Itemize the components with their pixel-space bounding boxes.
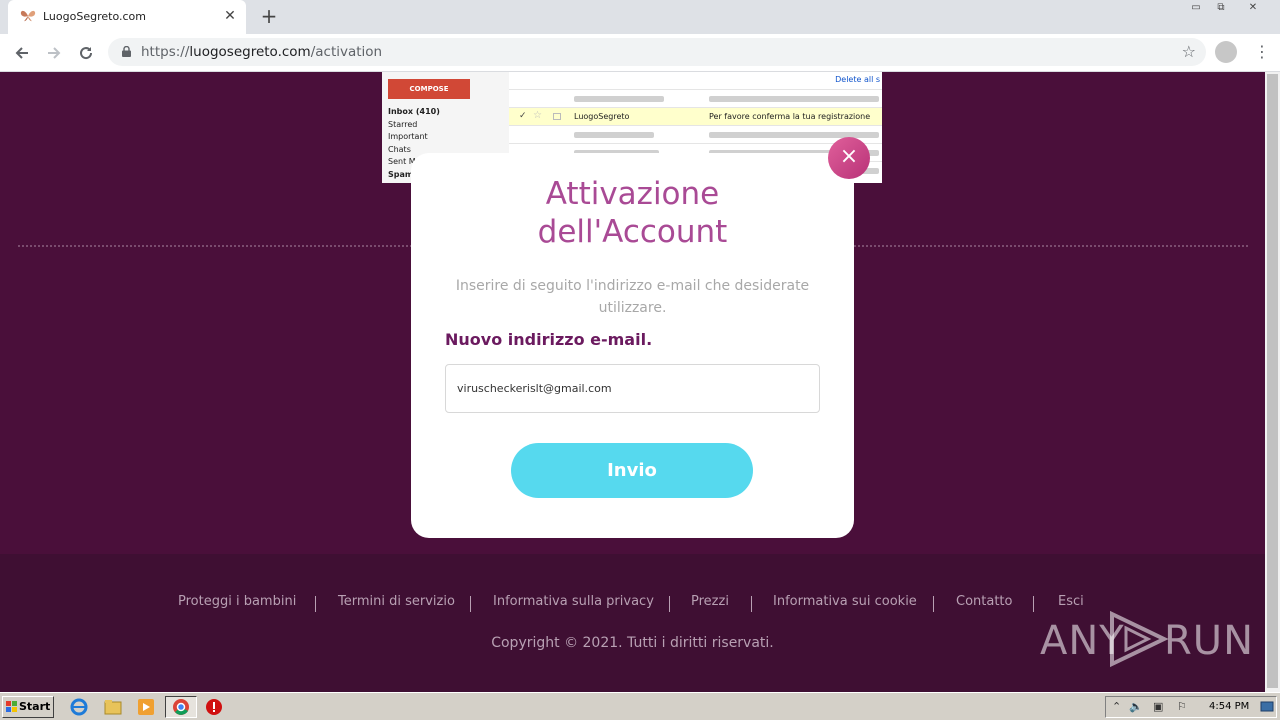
window-close-button[interactable]: ✕ (1240, 0, 1266, 16)
email-field-label: Nuovo indirizzo e-mail. (445, 330, 653, 349)
play-logo-icon (1110, 610, 1169, 668)
footer-link-proteggi[interactable]: Proteggi i bambini (178, 594, 296, 609)
scrollbar-thumb[interactable] (1267, 74, 1278, 688)
mail-row-highlighted: ✓ ☆ LuogoSegreto Per favore conferma la … (509, 107, 882, 125)
chrome-taskbar-button[interactable] (165, 696, 197, 718)
start-button[interactable]: Start (2, 696, 54, 718)
menu-dots-icon[interactable]: ⋮ (1254, 41, 1270, 63)
taskbar: Start ⌃ 🔈 ▣ ⚐ 4:54 PM (0, 692, 1280, 720)
mail-sender: LuogoSegreto (574, 112, 630, 121)
butterfly-icon (20, 10, 36, 22)
mail-row (509, 89, 882, 107)
action-center-flag-icon[interactable]: ⚐ (1177, 700, 1187, 713)
tab-close-icon[interactable]: ✕ (222, 7, 238, 25)
windows-flag-icon (6, 701, 17, 712)
footer-link-privacy[interactable]: Informativa sulla privacy (493, 594, 654, 609)
footer-separator (1033, 596, 1034, 612)
browser-tab[interactable]: LuogoSegreto.com ✕ (8, 0, 246, 34)
system-tray: ⌃ 🔈 ▣ ⚐ 4:54 PM (1105, 696, 1277, 718)
media-player-icon[interactable] (137, 698, 155, 716)
folder-inbox: Inbox (410) (388, 107, 440, 116)
folder-icon[interactable] (104, 698, 122, 716)
minimize-button[interactable]: ▭ (1183, 0, 1209, 16)
mail-row (509, 125, 882, 143)
footer-link-cookie[interactable]: Informativa sui cookie (773, 594, 917, 609)
profile-avatar-icon[interactable] (1215, 41, 1237, 63)
email-field[interactable] (445, 364, 820, 413)
internet-explorer-icon[interactable] (70, 698, 88, 716)
forward-arrow-icon[interactable] (42, 41, 66, 65)
volume-icon[interactable]: 🔈 (1129, 700, 1143, 713)
footer-separator (315, 596, 316, 612)
folder-spam: Spam (388, 170, 414, 179)
footer-separator (669, 596, 670, 612)
tab-strip: LuogoSegreto.com ✕ + ▭ ⧉ ✕ (0, 0, 1280, 34)
back-arrow-icon[interactable] (10, 41, 34, 65)
new-tab-button[interactable]: + (258, 5, 280, 27)
footer-link-contatto[interactable]: Contatto (956, 594, 1012, 609)
close-icon[interactable]: × (828, 137, 870, 179)
modal-title: Attivazione dell'Account (537, 176, 728, 250)
star-icon: ☆ (533, 110, 542, 121)
label-square-icon (553, 113, 561, 120)
folder-important: Important (388, 132, 428, 141)
folder-chats: Chats (388, 145, 411, 154)
footer-separator (933, 596, 934, 612)
chrome-icon (173, 699, 189, 715)
checkbox-checked-icon: ✓ (519, 111, 527, 121)
footer-link-termini[interactable]: Termini di servizio (338, 594, 455, 609)
footer-separator (470, 596, 471, 612)
folder-starred: Starred (388, 120, 418, 129)
compose-label: COMPOSE (388, 79, 470, 99)
browser-toolbar: https://luogosegreto.com/activation ☆ (0, 34, 1280, 72)
page-content: COMPOSE Inbox (410) Starred Important Ch… (0, 72, 1265, 692)
activation-modal: × Attivazione dell'Account Inserire di s… (411, 137, 870, 538)
modal-description: Inserire di seguito l'indirizzo e-mail c… (455, 278, 810, 316)
footer-separator (751, 596, 752, 612)
security-shield-icon[interactable] (205, 698, 223, 716)
address-bar[interactable]: https://luogosegreto.com/activation ☆ (108, 38, 1206, 66)
mail-subject: Per favore conferma la tua registrazione (709, 112, 871, 121)
show-desktop-icon[interactable] (1260, 700, 1274, 714)
tab-title: LuogoSegreto.com (43, 10, 146, 23)
footer-link-esci[interactable]: Esci (1058, 594, 1084, 609)
clock: 4:54 PM (1209, 701, 1250, 712)
delete-all-link: Delete all s (835, 75, 880, 84)
network-icon[interactable]: ▣ (1153, 700, 1163, 713)
url-text: https://luogosegreto.com/activation (141, 44, 383, 60)
bookmark-star-icon[interactable]: ☆ (1182, 42, 1196, 61)
submit-button[interactable]: Invio (511, 443, 753, 498)
tray-arrow-icon[interactable]: ⌃ (1112, 700, 1121, 713)
restore-button[interactable]: ⧉ (1208, 0, 1234, 16)
footer-link-prezzi[interactable]: Prezzi (691, 594, 729, 609)
reload-icon[interactable] (74, 41, 98, 65)
lock-icon (122, 46, 131, 57)
